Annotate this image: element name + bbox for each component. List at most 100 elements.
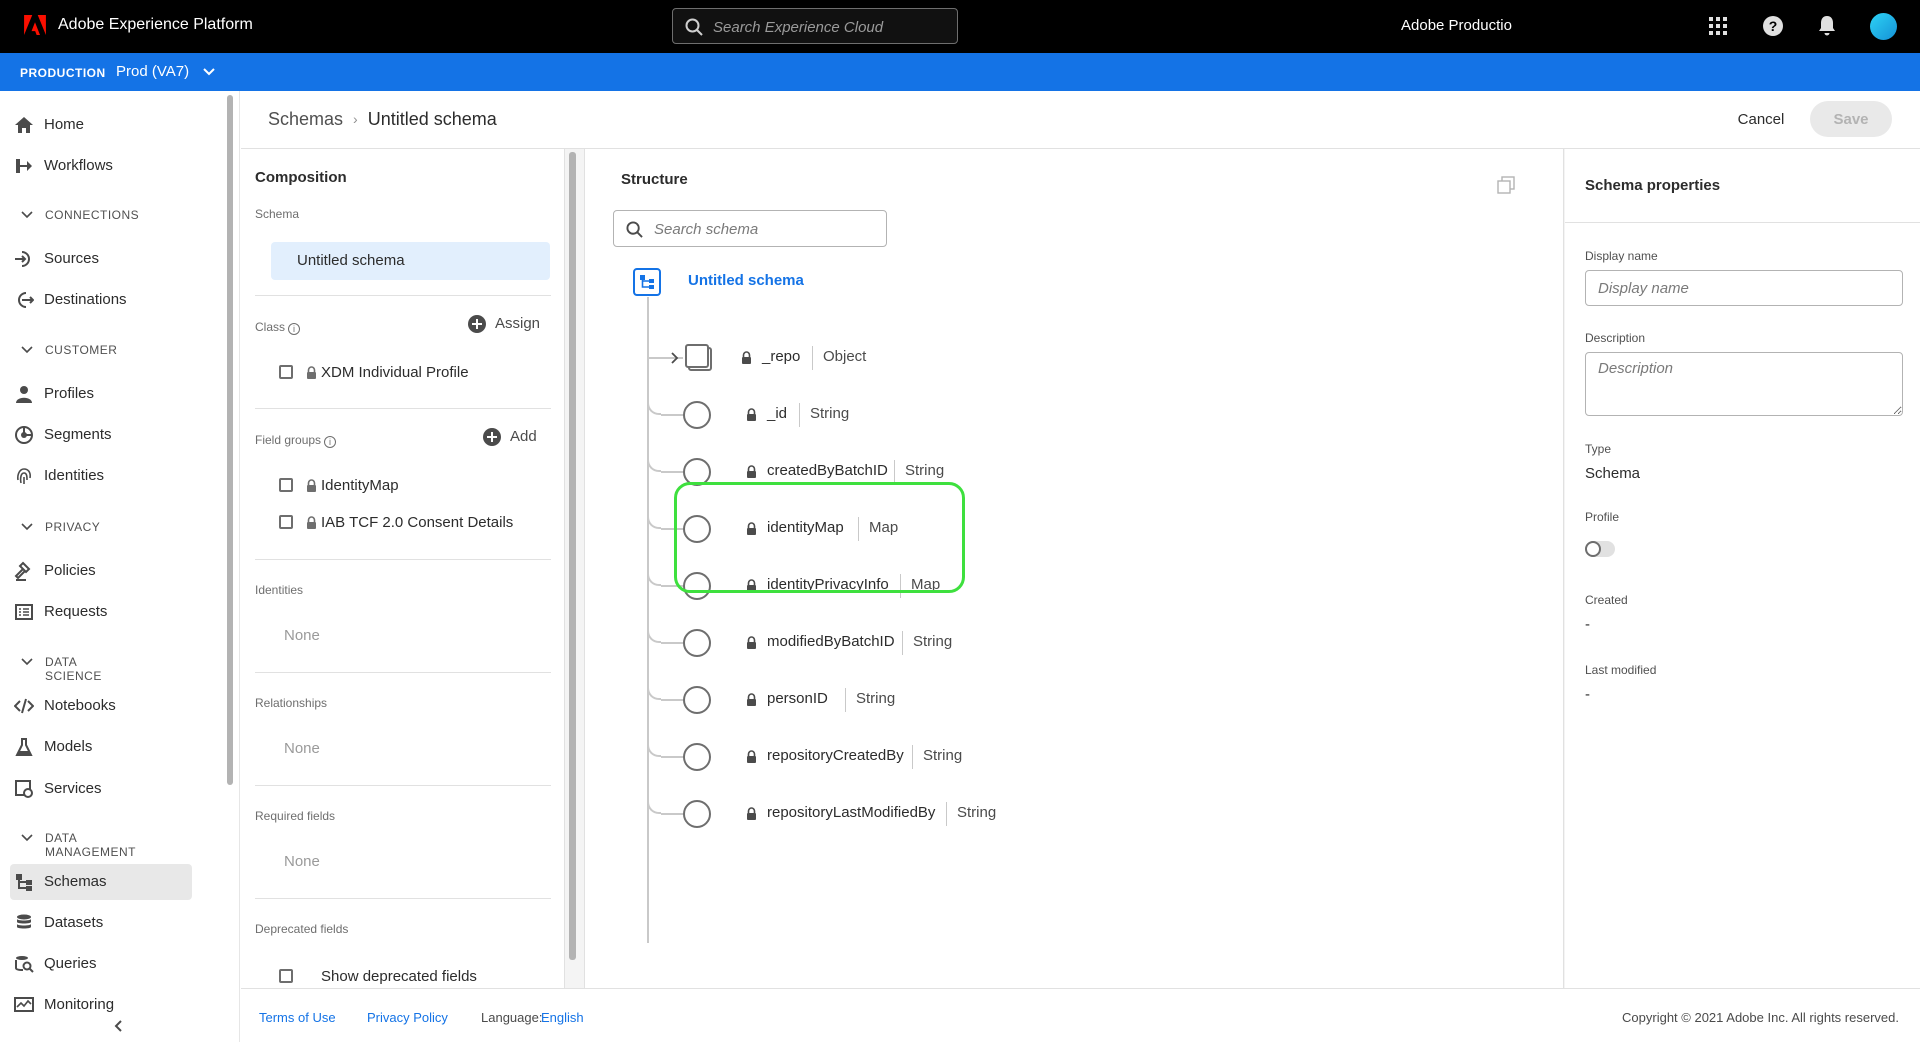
assign-class-button[interactable]: Assign — [467, 314, 547, 336]
field-name: personID — [767, 690, 828, 707]
schema-root-label[interactable]: Untitled schema — [688, 272, 804, 289]
class-item-row[interactable]: XDM Individual Profile — [279, 363, 539, 383]
nav-item-identities[interactable]: Identities — [10, 458, 192, 494]
info-icon[interactable]: i — [324, 436, 337, 448]
nav-item-services[interactable]: Services — [10, 771, 192, 807]
show-deprecated-checkbox[interactable] — [279, 969, 293, 983]
top-bar: Adobe Experience Platform Adobe Producti… — [0, 0, 1920, 53]
toggle-knob — [1585, 541, 1601, 557]
environment-label: PRODUCTION — [20, 66, 106, 80]
terms-of-use-link[interactable]: Terms of Use — [259, 1010, 336, 1025]
type-label: Type — [1585, 442, 1612, 456]
notifications-bell-icon[interactable] — [1815, 14, 1839, 38]
tree-connector — [647, 676, 661, 700]
privacy-policy-link[interactable]: Privacy Policy — [367, 1010, 448, 1025]
field-group-checkbox[interactable] — [279, 478, 293, 492]
schema-search[interactable] — [613, 210, 887, 247]
nav-item-queries[interactable]: Queries — [10, 946, 192, 982]
schema-field-row[interactable]: repositoryCreatedBy String — [585, 733, 1185, 777]
field-group-row[interactable]: IAB TCF 2.0 Consent Details — [279, 513, 539, 533]
field-type: Object — [812, 346, 866, 370]
required-fields-value: None — [284, 853, 320, 870]
nav-item-profiles[interactable]: Profiles — [10, 376, 192, 412]
add-field-group-button[interactable]: Add — [482, 427, 552, 449]
help-icon[interactable]: ? — [1761, 14, 1785, 38]
nav-item-policies[interactable]: Policies — [10, 553, 192, 589]
field-node-icon[interactable] — [683, 743, 711, 771]
adobe-logo-icon[interactable] — [24, 15, 46, 35]
nav-item-notebooks[interactable]: Notebooks — [10, 688, 192, 724]
nav-item-requests[interactable]: Requests — [10, 594, 192, 630]
tree-connector — [647, 448, 661, 472]
language-selector[interactable]: English — [541, 1010, 584, 1025]
nav-item-segments[interactable]: Segments — [10, 417, 192, 453]
breadcrumb-schemas[interactable]: Schemas — [268, 109, 343, 129]
sandbox-name[interactable]: Prod (VA7) — [116, 63, 189, 80]
show-deprecated-row[interactable]: Show deprecated fields — [279, 967, 539, 987]
schema-field-row[interactable]: repositoryLastModifiedBy String — [585, 790, 1185, 834]
last-modified-label: Last modified — [1585, 663, 1657, 677]
schema-selector[interactable]: Untitled schema — [271, 242, 550, 280]
schema-field-row[interactable]: modifiedByBatchID String — [585, 619, 1185, 663]
save-button[interactable]: Save — [1810, 101, 1892, 137]
chevron-down-icon[interactable] — [202, 65, 216, 79]
divider — [255, 295, 551, 296]
divider — [255, 408, 551, 409]
tree-connector — [647, 733, 661, 757]
collapse-nav-icon[interactable] — [112, 1019, 126, 1033]
nav-item-datasets[interactable]: Datasets — [10, 905, 192, 941]
nav-item-sources[interactable]: Sources — [10, 241, 192, 277]
field-type: String — [845, 688, 895, 712]
class-section-label: Class i — [255, 320, 301, 335]
schema-search-input[interactable] — [654, 219, 874, 239]
field-node-icon[interactable] — [683, 401, 711, 429]
app-title[interactable]: Adobe Experience Platform — [58, 16, 253, 34]
nav-item-models[interactable]: Models — [10, 729, 192, 765]
object-node-icon[interactable] — [685, 344, 713, 372]
tree-connector — [647, 391, 661, 415]
tree-connector — [661, 642, 683, 644]
schema-field-row[interactable]: _repo Object — [585, 338, 1185, 378]
field-node-icon[interactable] — [683, 800, 711, 828]
nav-item-workflows[interactable]: Workflows — [10, 148, 192, 184]
class-checkbox[interactable] — [279, 365, 293, 379]
field-node-icon[interactable] — [683, 686, 711, 714]
composition-scrollbar[interactable] — [569, 152, 576, 960]
global-search[interactable] — [672, 8, 958, 44]
global-search-input[interactable] — [713, 16, 953, 38]
field-group-row[interactable]: IdentityMap — [279, 476, 539, 496]
description-textarea[interactable] — [1585, 352, 1903, 416]
chevron-right-icon[interactable] — [669, 351, 681, 365]
nav-scrollbar[interactable] — [227, 95, 233, 785]
schema-root-icon[interactable] — [633, 268, 661, 296]
nav-item-destinations[interactable]: Destinations — [10, 282, 192, 318]
org-switcher[interactable]: Adobe Productio — [1401, 17, 1512, 34]
cancel-button[interactable]: Cancel — [1726, 102, 1796, 136]
lock-icon — [747, 408, 756, 421]
code-icon — [14, 698, 34, 714]
user-avatar[interactable] — [1870, 13, 1897, 40]
composition-title: Composition — [255, 169, 347, 186]
app-switcher-icon[interactable] — [1706, 14, 1730, 38]
field-group-checkbox[interactable] — [279, 515, 293, 529]
schema-field-row[interactable]: personID String — [585, 676, 1185, 720]
requests-list-icon — [15, 604, 33, 620]
nav-item-home[interactable]: Home — [10, 107, 192, 143]
schema-field-row[interactable]: _id String — [585, 391, 1185, 435]
profile-toggle[interactable] — [1585, 541, 1615, 557]
nav-item-schemas[interactable]: Schemas — [10, 864, 192, 900]
nav-item-monitoring[interactable]: Monitoring — [10, 987, 192, 1023]
schema-icon — [16, 874, 32, 891]
database-icon — [17, 914, 31, 929]
flask-icon — [15, 738, 33, 756]
copy-json-icon[interactable] — [1497, 176, 1515, 194]
created-value: - — [1585, 616, 1590, 633]
lock-icon — [742, 351, 751, 364]
info-icon[interactable]: i — [288, 323, 301, 335]
search-icon — [685, 18, 703, 36]
field-node-icon[interactable] — [683, 629, 711, 657]
identities-section-label: Identities — [255, 583, 304, 597]
structure-title: Structure — [621, 171, 688, 188]
structure-canvas: Structure Untitled schema _repo Object _… — [584, 149, 1564, 988]
display-name-input[interactable] — [1585, 270, 1903, 306]
